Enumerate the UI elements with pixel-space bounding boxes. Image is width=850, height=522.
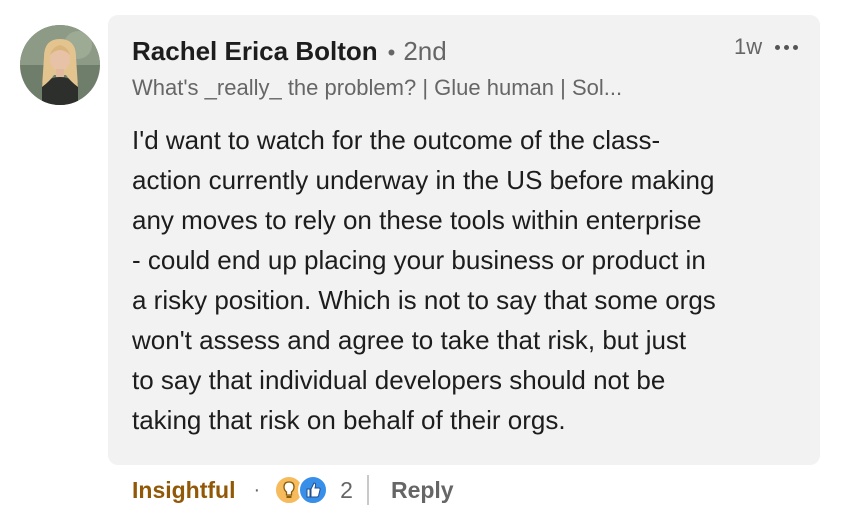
author-line: Rachel Erica Bolton • 2nd	[132, 36, 447, 67]
divider	[366, 475, 369, 505]
comment-text: I'd want to watch for the outcome of the…	[132, 120, 804, 440]
comment-line: a risky position. Which is not to say th…	[132, 285, 716, 315]
reactions-summary[interactable]: 2	[274, 475, 353, 505]
connection-degree: 2nd	[403, 36, 447, 66]
separator-dot: ·	[253, 478, 261, 501]
profile-photo	[20, 25, 100, 105]
ellipsis-icon[interactable]	[775, 45, 798, 50]
reaction-count: 2	[340, 476, 353, 503]
separator-dot: •	[387, 40, 396, 65]
comment-line: - could end up placing your business or …	[132, 245, 706, 275]
author-name[interactable]: Rachel Erica Bolton	[132, 36, 378, 67]
comment-line: action currently underway in the US befo…	[132, 165, 715, 195]
insightful-reaction-button[interactable]: Insightful	[132, 477, 235, 504]
like-icon	[298, 475, 329, 505]
timestamp: 1w	[734, 34, 763, 59]
comment-line: I'd want to watch for the outcome of the…	[132, 125, 661, 155]
reply-button[interactable]: Reply	[391, 477, 454, 504]
comment-actions: Insightful · 2 Reply	[132, 472, 454, 508]
comment-line: won't assess and agree to take that risk…	[132, 325, 687, 355]
comment-line: taking that risk on behalf of their orgs…	[132, 405, 566, 435]
author-headline: What's _really_ the problem? | Glue huma…	[132, 75, 623, 100]
comment-line: to say that individual developers should…	[132, 365, 666, 395]
avatar[interactable]	[20, 25, 100, 105]
comment-line: any moves to rely on these tools within …	[132, 205, 702, 235]
